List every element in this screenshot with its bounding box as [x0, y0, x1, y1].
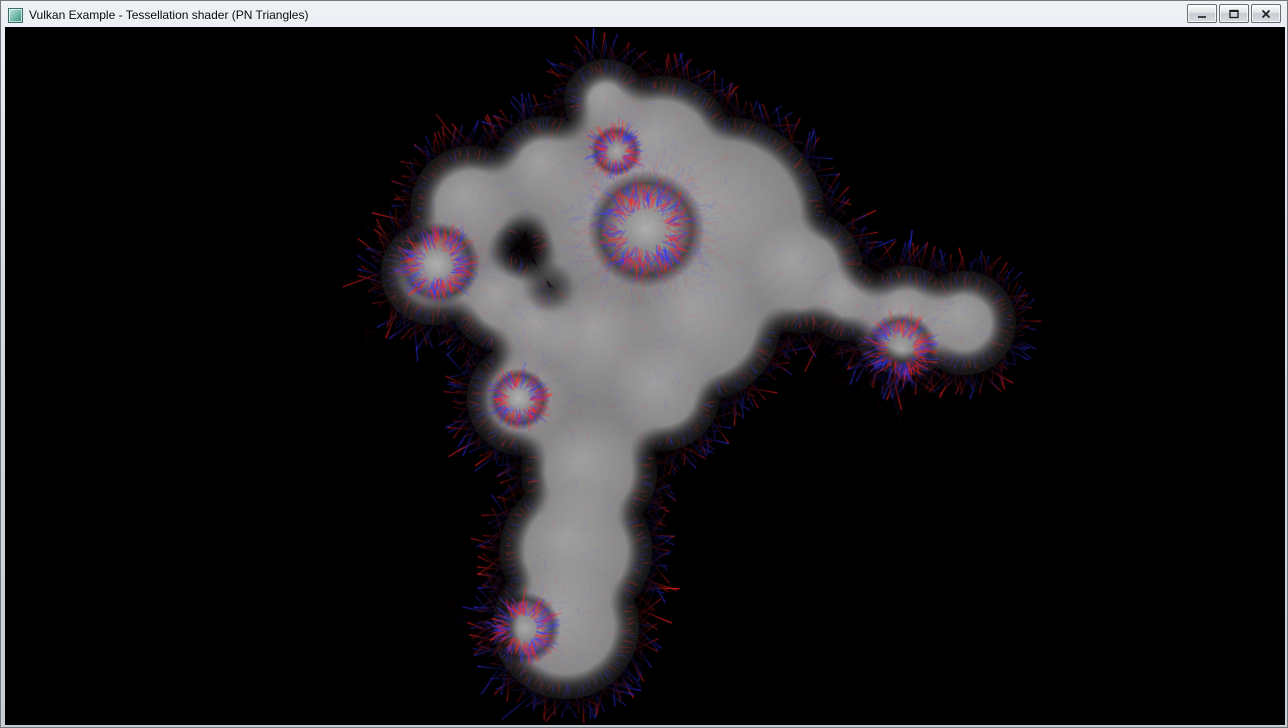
- app-window: Vulkan Example - Tessellation shader (PN…: [0, 0, 1288, 728]
- window-title: Vulkan Example - Tessellation shader (PN…: [29, 8, 308, 22]
- close-icon: [1260, 9, 1272, 19]
- minimize-button[interactable]: [1187, 4, 1217, 23]
- viewport: [5, 27, 1285, 725]
- maximize-button[interactable]: [1219, 4, 1249, 23]
- title-bar[interactable]: Vulkan Example - Tessellation shader (PN…: [1, 1, 1287, 26]
- render-canvas[interactable]: [5, 27, 1285, 725]
- close-button[interactable]: [1251, 4, 1281, 23]
- window-controls: [1187, 4, 1281, 23]
- maximize-icon: [1228, 9, 1240, 19]
- minimize-icon: [1196, 9, 1208, 19]
- app-icon: [8, 8, 23, 23]
